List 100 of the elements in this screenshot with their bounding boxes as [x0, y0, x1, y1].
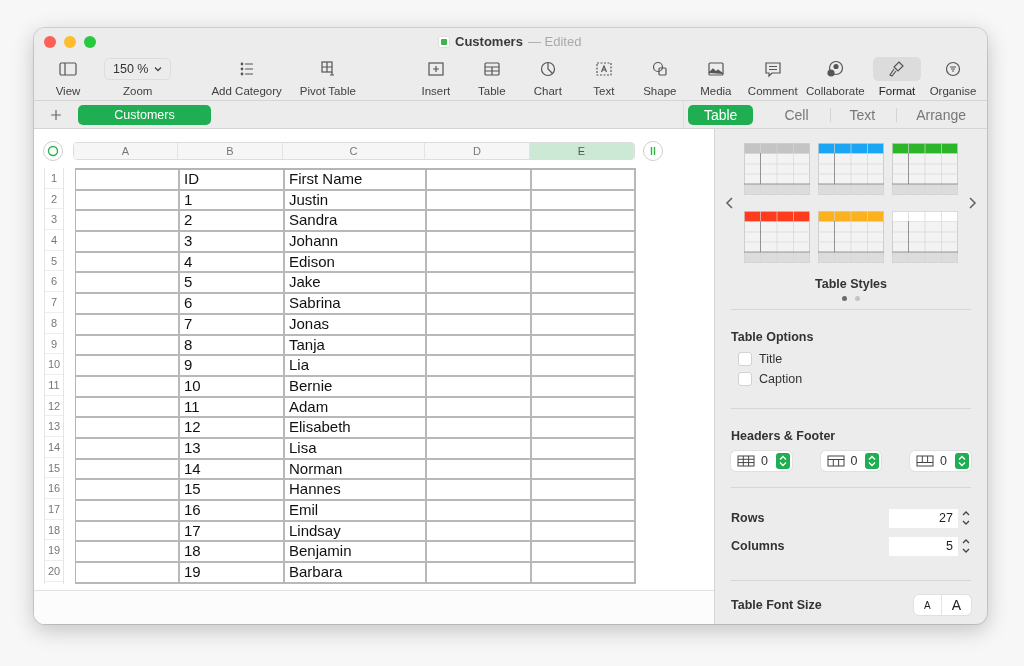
- checkbox[interactable]: [738, 352, 752, 366]
- row-number[interactable]: 8: [45, 312, 63, 334]
- column-header[interactable]: C: [283, 143, 425, 159]
- grid-icon: [737, 455, 755, 467]
- table-cell: Hannes: [285, 480, 427, 501]
- column-header[interactable]: B: [178, 143, 283, 159]
- minimize-button[interactable]: [64, 36, 76, 48]
- sheet-tab[interactable]: Customers: [78, 104, 211, 125]
- table-cell: 3: [180, 232, 285, 253]
- row-number[interactable]: 7: [45, 292, 63, 313]
- row-number[interactable]: 14: [45, 436, 63, 458]
- toolbar-button[interactable]: Shape: [631, 56, 688, 97]
- row-number[interactable]: 3: [45, 209, 63, 231]
- column-header[interactable]: A: [74, 143, 178, 159]
- table-cell: Norman: [285, 459, 427, 481]
- table-cell: Jonas: [285, 314, 427, 336]
- row-number[interactable]: 1: [45, 168, 63, 189]
- increase-font-button[interactable]: A: [941, 595, 971, 615]
- field-label: Columns: [731, 539, 786, 553]
- table-style-thumbnail[interactable]: [744, 143, 810, 195]
- table-cell: Benjamin: [285, 542, 427, 564]
- checkbox[interactable]: [738, 372, 752, 386]
- toolbar-button[interactable]: Chart: [519, 56, 576, 97]
- toolbar-button[interactable]: Media: [687, 56, 744, 97]
- table-cell: Lisa: [285, 438, 427, 460]
- toolbar-button[interactable]: Insert: [407, 56, 464, 97]
- inspector-tab[interactable]: Text: [840, 104, 885, 125]
- row-number[interactable]: 9: [45, 333, 63, 355]
- table-cell: Sandra: [285, 211, 427, 233]
- row-number[interactable]: 13: [45, 416, 63, 437]
- table-cell: Emil: [285, 501, 427, 522]
- toolbar-button[interactable]: View: [40, 56, 96, 97]
- header-row-icon: [826, 455, 845, 467]
- add-sheet-button[interactable]: [50, 108, 62, 121]
- chevron-right-icon[interactable]: [967, 196, 977, 210]
- table-cell: Tanja: [285, 335, 427, 357]
- table-cell: 9: [180, 356, 285, 377]
- table-cell: Elisabeth: [285, 418, 427, 439]
- row-number[interactable]: 15: [45, 457, 63, 479]
- chevron-left-icon[interactable]: [725, 196, 735, 210]
- row-number[interactable]: 19: [45, 540, 63, 562]
- chevron-down-icon: [154, 66, 163, 72]
- field-label: Table Font Size: [731, 598, 823, 612]
- table-cell: 18: [180, 542, 285, 564]
- page-dot[interactable]: [855, 296, 860, 301]
- row-number[interactable]: 11: [45, 374, 63, 396]
- toolbar-button[interactable]: Pivot Table: [295, 56, 360, 97]
- stepper-field[interactable]: 0: [910, 451, 971, 471]
- edited-status: — Edited: [527, 34, 582, 49]
- row-number[interactable]: 20: [45, 561, 63, 582]
- column-header[interactable]: D: [425, 143, 530, 159]
- table-cell: 7: [180, 314, 285, 336]
- zoom-dropdown[interactable]: 150 %: [104, 58, 172, 80]
- stepper-field[interactable]: 0: [820, 451, 882, 471]
- footer-row-icon: [916, 455, 935, 467]
- inspector-tab[interactable]: Arrange: [907, 104, 975, 125]
- table-cell: 17: [180, 521, 285, 543]
- toolbar-button[interactable]: Comment: [743, 56, 802, 97]
- row-number[interactable]: 4: [45, 230, 63, 251]
- close-button[interactable]: [44, 36, 56, 48]
- table-style-thumbnail[interactable]: [744, 211, 810, 263]
- column-header[interactable]: E: [530, 143, 634, 159]
- section-title: Headers & Footer: [731, 429, 837, 443]
- toolbar-button[interactable]: Collaborate: [801, 56, 869, 97]
- inspector-tab[interactable]: Cell: [775, 104, 818, 125]
- toolbar-button[interactable]: Organise: [925, 56, 981, 97]
- table-style-thumbnail[interactable]: [892, 211, 958, 263]
- zoom-button[interactable]: [84, 36, 96, 48]
- row-number[interactable]: 2: [45, 188, 63, 210]
- number-field[interactable]: 27: [889, 508, 958, 528]
- row-number[interactable]: 18: [45, 519, 63, 541]
- row-number[interactable]: 6: [45, 271, 63, 293]
- table-style-thumbnail[interactable]: [818, 211, 884, 263]
- toolbar-button[interactable]: Text: [575, 56, 632, 97]
- table-cell: Bernie: [285, 376, 427, 398]
- row-number[interactable]: 12: [45, 395, 63, 417]
- table-cell: Edison: [285, 252, 427, 274]
- table-cell: 4: [180, 252, 285, 274]
- field-label: Rows: [731, 511, 766, 525]
- table-cell: 16: [180, 501, 285, 522]
- select-table-button[interactable]: [43, 141, 63, 161]
- row-number[interactable]: 17: [45, 499, 63, 520]
- add-column-button[interactable]: [643, 141, 663, 161]
- table-style-thumbnail[interactable]: [892, 143, 958, 195]
- row-number[interactable]: 16: [45, 478, 63, 499]
- stepper-field[interactable]: 0: [731, 451, 792, 471]
- table-cell: 8: [180, 335, 285, 357]
- table-cell: 1: [180, 190, 285, 212]
- toolbar-button[interactable]: Table: [463, 56, 520, 97]
- number-field[interactable]: 5: [889, 536, 958, 556]
- page-dot[interactable]: [842, 296, 847, 301]
- row-number[interactable]: 5: [45, 250, 63, 272]
- toolbar-button[interactable]: Add Category: [207, 56, 286, 97]
- checkbox-label: Caption: [759, 372, 803, 386]
- row-number[interactable]: 10: [45, 354, 63, 375]
- decrease-font-button[interactable]: A: [914, 595, 942, 615]
- table-cell: 10: [180, 376, 285, 398]
- table-style-thumbnail[interactable]: [818, 143, 884, 195]
- inspector-tab[interactable]: Table: [687, 104, 754, 125]
- table-cell: 6: [180, 294, 285, 315]
